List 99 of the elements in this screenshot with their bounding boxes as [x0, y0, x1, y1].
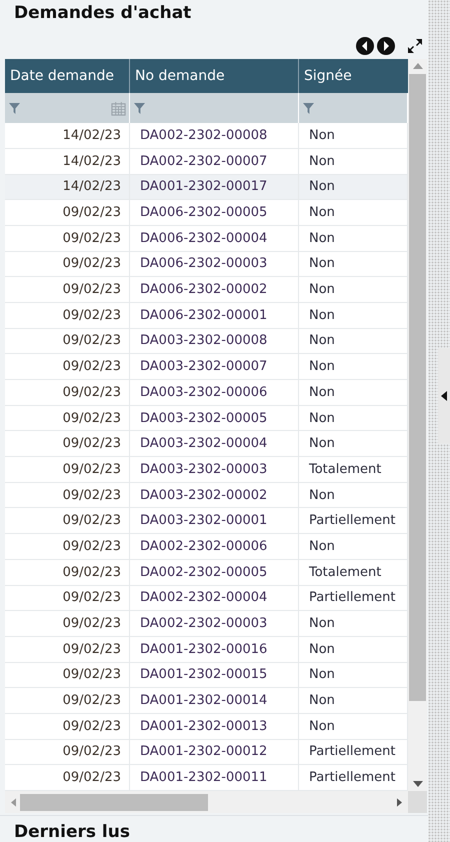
table-row[interactable]: 09/02/23 DA003-2302-00004 Non — [5, 431, 408, 458]
number-cell: DA003-2302-00005 — [130, 406, 299, 430]
table-row[interactable]: 09/02/23 DA003-2302-00008 Non — [5, 328, 408, 354]
date-cell: 09/02/23 — [5, 586, 130, 610]
number-cell: DA006-2302-00001 — [130, 302, 299, 328]
table-row[interactable]: 14/02/23 DA002-2302-00008 Non — [5, 123, 408, 149]
table-row[interactable]: 09/02/23 DA006-2302-00003 Non — [5, 252, 408, 278]
date-cell: 09/02/23 — [5, 534, 130, 559]
number-cell: DA001-2302-00011 — [130, 765, 299, 790]
table-row[interactable]: 09/02/23 DA001-2302-00012 Partiellement — [5, 740, 408, 766]
date-cell: 14/02/23 — [5, 123, 130, 148]
date-cell: 09/02/23 — [5, 508, 130, 534]
number-cell: DA006-2302-00004 — [130, 226, 299, 251]
number-cell: DA002-2302-00003 — [130, 611, 299, 636]
date-cell: 09/02/23 — [5, 406, 130, 430]
previous-icon[interactable] — [356, 37, 374, 56]
number-cell: DA006-2302-00003 — [130, 252, 299, 276]
table-row[interactable]: 09/02/23 DA003-2302-00006 Non — [5, 380, 408, 406]
table-row[interactable]: 09/02/23 DA006-2302-00005 Non — [5, 200, 408, 226]
scroll-down-icon[interactable] — [412, 781, 422, 787]
scroll-up-icon[interactable] — [412, 63, 422, 70]
table-row[interactable]: 09/02/23 DA003-2302-00002 Non — [5, 482, 408, 508]
number-cell: DA001-2302-00014 — [130, 688, 299, 713]
date-cell: 09/02/23 — [5, 688, 130, 713]
number-cell: DA001-2302-00017 — [130, 174, 299, 200]
number-cell: DA002-2302-00005 — [130, 560, 299, 584]
number-cell: DA006-2302-00005 — [130, 200, 299, 225]
section-title: Derniers lus — [0, 815, 428, 842]
date-cell: 09/02/23 — [5, 380, 130, 405]
number-cell: DA003-2302-00007 — [130, 354, 299, 379]
table-row[interactable]: 09/02/23 DA006-2302-00004 Non — [5, 226, 408, 252]
section-title: Demandes d'achat — [13, 2, 192, 25]
scrollbar-thumb[interactable] — [20, 794, 208, 810]
date-cell: 09/02/23 — [5, 328, 130, 354]
table-row[interactable]: 09/02/23 DA001-2302-00014 Non — [5, 688, 408, 714]
number-cell: DA002-2302-00008 — [130, 123, 299, 148]
filter-icon[interactable] — [9, 102, 20, 114]
table-row[interactable]: 14/02/23 DA002-2302-00007 Non — [5, 148, 408, 174]
table-row[interactable]: 09/02/23 DA002-2302-00005 Totalement — [5, 560, 408, 586]
collapse-arrow-icon[interactable] — [441, 391, 447, 401]
scrollbar-thumb[interactable] — [409, 74, 426, 701]
next-icon[interactable] — [377, 37, 395, 56]
number-cell: DA002-2302-00006 — [130, 534, 299, 559]
table-row[interactable]: 09/02/23 DA003-2302-00005 Non — [5, 406, 408, 432]
scroll-left-icon[interactable] — [11, 798, 16, 806]
table-row[interactable]: 09/02/23 DA001-2302-00013 Non — [5, 714, 408, 740]
scroll-right-icon[interactable] — [397, 798, 402, 806]
number-cell: DA002-2302-00007 — [130, 148, 299, 174]
table-row[interactable]: 09/02/23 DA003-2302-00001 Partiellement — [5, 508, 408, 534]
number-cell: DA003-2302-00008 — [130, 328, 299, 354]
vertical-scrollbar[interactable] — [408, 59, 427, 791]
number-cell: DA001-2302-00016 — [130, 636, 299, 662]
date-cell: 09/02/23 — [5, 200, 130, 225]
date-cell: 09/02/23 — [5, 740, 130, 764]
number-cell: DA003-2302-00001 — [130, 508, 299, 534]
number-cell: DA001-2302-00013 — [130, 714, 299, 739]
table-row[interactable]: 09/02/23 DA003-2302-00007 Non — [5, 354, 408, 380]
table-row[interactable]: 09/02/23 DA003-2302-00003 Totalement — [5, 457, 408, 483]
date-cell: 14/02/23 — [5, 174, 130, 200]
table-row[interactable]: 09/02/23 DA002-2302-00006 Non — [5, 534, 408, 560]
column-header[interactable]: Signée — [299, 59, 408, 94]
number-cell: DA002-2302-00004 — [130, 586, 299, 610]
table-row[interactable]: 09/02/23 DA001-2302-00015 Non — [5, 662, 408, 688]
calendar-icon[interactable] — [111, 100, 126, 116]
date-cell: 09/02/23 — [5, 302, 130, 328]
table-row[interactable]: 09/02/23 DA002-2302-00003 Non — [5, 611, 408, 637]
number-cell: DA001-2302-00015 — [130, 662, 299, 688]
date-cell: 09/02/23 — [5, 354, 130, 379]
scrollbar-corner — [408, 791, 427, 813]
date-cell: 09/02/23 — [5, 560, 130, 584]
table-row[interactable]: 09/02/23 DA002-2302-00004 Partiellement — [5, 586, 408, 612]
number-cell: DA003-2302-00003 — [130, 457, 299, 482]
table-row[interactable]: 09/02/23 DA006-2302-00002 Non — [5, 277, 408, 303]
table-row[interactable]: 14/02/23 DA001-2302-00017 Non — [5, 174, 408, 200]
number-cell: DA003-2302-00002 — [130, 482, 299, 508]
number-cell: DA006-2302-00002 — [130, 277, 299, 302]
number-cell: DA003-2302-00004 — [130, 431, 299, 456]
horizontal-scrollbar[interactable] — [5, 791, 408, 813]
date-cell: 09/02/23 — [5, 662, 130, 688]
expand-icon[interactable] — [406, 37, 424, 56]
table-row[interactable]: 09/02/23 DA006-2302-00001 Non — [5, 302, 408, 329]
number-cell: DA001-2302-00012 — [130, 740, 299, 764]
table-row[interactable]: 09/02/23 DA001-2302-00011 Partiellement — [5, 765, 408, 791]
date-cell: 09/02/23 — [5, 457, 130, 482]
date-cell: 09/02/23 — [5, 611, 130, 636]
filter-icon[interactable] — [134, 102, 145, 114]
filter-icon[interactable] — [303, 102, 314, 114]
date-cell: 09/02/23 — [5, 252, 130, 276]
collapse-handle[interactable] — [438, 348, 450, 444]
date-cell: 09/02/23 — [5, 765, 130, 790]
date-cell: 09/02/23 — [5, 226, 130, 251]
date-cell: 09/02/23 — [5, 431, 130, 456]
number-cell: DA003-2302-00006 — [130, 380, 299, 405]
date-cell: 09/02/23 — [5, 636, 130, 662]
table-row[interactable]: 09/02/23 DA001-2302-00016 Non — [5, 636, 408, 663]
date-cell: 09/02/23 — [5, 714, 130, 739]
date-cell: 09/02/23 — [5, 482, 130, 508]
date-cell: 14/02/23 — [5, 148, 130, 174]
date-cell: 09/02/23 — [5, 277, 130, 302]
